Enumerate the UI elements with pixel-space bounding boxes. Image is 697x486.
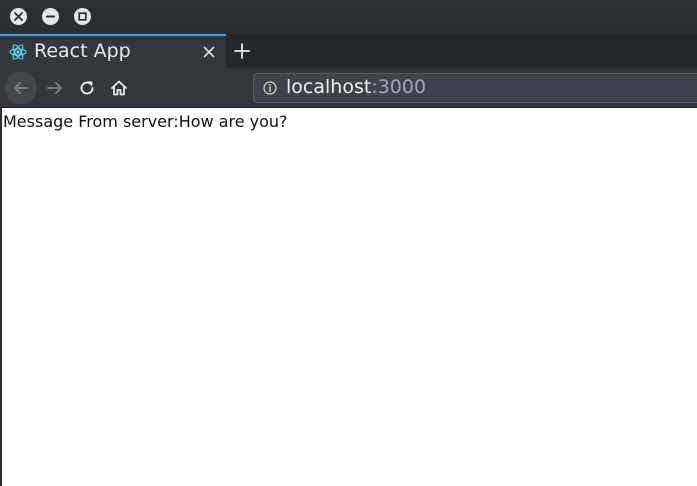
tab-close-icon[interactable] xyxy=(201,44,217,60)
arrow-left-icon xyxy=(14,82,28,94)
arrow-right-icon xyxy=(47,82,62,94)
forward-button[interactable] xyxy=(45,78,65,98)
window-close-button[interactable] xyxy=(10,8,27,25)
url-host: localhost xyxy=(286,76,372,98)
close-icon xyxy=(14,12,23,21)
reload-button[interactable] xyxy=(77,78,97,98)
react-logo-icon xyxy=(9,44,27,60)
navigation-toolbar: localhost:3000 xyxy=(0,68,697,108)
server-message: Message From server:How are you? xyxy=(3,112,288,131)
tab-react-app[interactable]: React App xyxy=(0,34,226,68)
tab-title: React App xyxy=(34,40,131,62)
window-maximize-button[interactable] xyxy=(74,8,91,25)
page-content: Message From server:How are you? xyxy=(2,108,697,486)
back-button[interactable] xyxy=(5,72,37,104)
new-tab-icon[interactable] xyxy=(233,42,251,60)
window-minimize-button[interactable] xyxy=(42,8,59,25)
maximize-icon xyxy=(78,12,87,21)
title-bar xyxy=(0,0,697,34)
minimize-icon xyxy=(46,15,55,18)
url-port: :3000 xyxy=(371,76,427,98)
tab-strip: React App xyxy=(0,34,697,68)
reload-icon xyxy=(80,81,94,95)
browser-window: React App localhost:3000 Message From se… xyxy=(0,0,697,486)
address-bar[interactable]: localhost:3000 xyxy=(253,73,697,103)
home-button[interactable] xyxy=(109,78,129,98)
info-icon[interactable] xyxy=(263,81,277,95)
url-text: localhost:3000 xyxy=(286,76,426,98)
home-icon xyxy=(111,80,127,96)
